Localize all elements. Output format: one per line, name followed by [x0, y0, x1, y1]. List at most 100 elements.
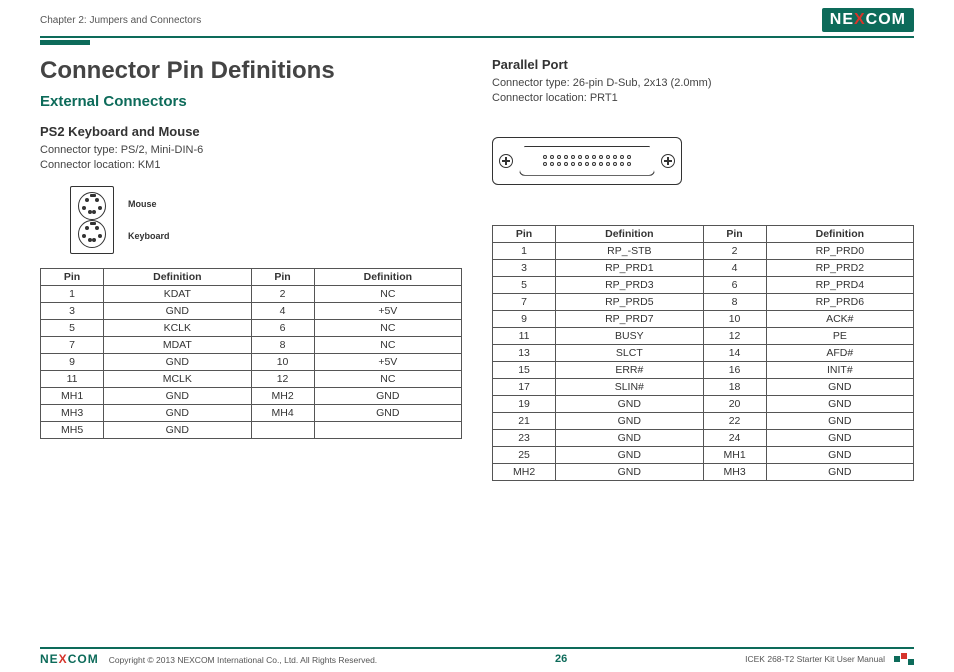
ps2-meta: Connector type: PS/2, Mini-DIN-6 Connect…	[40, 143, 462, 174]
th-def: Definition	[556, 225, 703, 242]
definition-cell: RP_PRD1	[556, 259, 703, 276]
footer-squares-icon	[893, 654, 914, 664]
definition-cell: GND	[104, 421, 251, 438]
pin-cell: 15	[493, 361, 556, 378]
pin-cell: 8	[251, 336, 314, 353]
definition-cell: RP_PRD2	[766, 259, 913, 276]
table-row: 15ERR#16INIT#	[493, 361, 914, 378]
pin-cell: MH2	[251, 387, 314, 404]
table-row: 13SLCT14AFD#	[493, 344, 914, 361]
definition-cell: AFD#	[766, 344, 913, 361]
chapter-label: Chapter 2: Jumpers and Connectors	[40, 15, 201, 26]
table-row: 19GND20GND	[493, 395, 914, 412]
pin-cell: MH4	[251, 404, 314, 421]
definition-cell: MCLK	[104, 370, 251, 387]
pin-cell: 9	[493, 310, 556, 327]
pin-cell: 22	[703, 412, 766, 429]
pin-cell: 5	[493, 276, 556, 293]
pin-cell: 12	[703, 327, 766, 344]
definition-cell: RP_PRD7	[556, 310, 703, 327]
pin-cell: 18	[703, 378, 766, 395]
pin-cell: 6	[251, 319, 314, 336]
definition-cell: NC	[314, 370, 461, 387]
nexcom-logo: NEXCOM	[822, 8, 914, 32]
table-row: 9RP_PRD710ACK#	[493, 310, 914, 327]
definition-cell: GND	[556, 412, 703, 429]
definition-cell: GND	[766, 429, 913, 446]
parallel-type: Connector type: 26-pin D-Sub, 2x13 (2.0m…	[492, 76, 914, 91]
definition-cell: GND	[104, 302, 251, 319]
definition-cell: NC	[314, 336, 461, 353]
table-row: 23GND24GND	[493, 429, 914, 446]
pin-cell: 7	[41, 336, 104, 353]
table-row: 17SLIN#18GND	[493, 378, 914, 395]
pin-cell: 5	[41, 319, 104, 336]
th-def: Definition	[766, 225, 913, 242]
definition-cell: GND	[104, 404, 251, 421]
pin-cell: 10	[251, 353, 314, 370]
pin-cell: MH5	[41, 421, 104, 438]
pin-cell: 16	[703, 361, 766, 378]
definition-cell: SLIN#	[556, 378, 703, 395]
definition-cell: MDAT	[104, 336, 251, 353]
ps2-labels: Mouse Keyboard	[128, 199, 170, 241]
left-column: Connector Pin Definitions External Conne…	[40, 57, 462, 481]
pin-cell: 24	[703, 429, 766, 446]
table-row: 9GND10+5V	[41, 353, 462, 370]
pin-cell: 14	[703, 344, 766, 361]
definition-cell: KCLK	[104, 319, 251, 336]
pin-cell: 13	[493, 344, 556, 361]
pin-cell: 1	[493, 242, 556, 259]
definition-cell: GND	[104, 387, 251, 404]
definition-cell: GND	[556, 446, 703, 463]
th-pin: Pin	[41, 268, 104, 285]
th-pin: Pin	[703, 225, 766, 242]
parallel-pin-table: Pin Definition Pin Definition 1RP_-STB2R…	[492, 225, 914, 481]
table-row: 1KDAT2NC	[41, 285, 462, 302]
pin-cell: 10	[703, 310, 766, 327]
pin-cell	[251, 421, 314, 438]
definition-cell: GND	[766, 395, 913, 412]
definition-cell: RP_-STB	[556, 242, 703, 259]
table-row: 11MCLK12NC	[41, 370, 462, 387]
pin-cell: 12	[251, 370, 314, 387]
pin-cell: MH1	[703, 446, 766, 463]
table-row: 1RP_-STB2RP_PRD0	[493, 242, 914, 259]
definition-cell: RP_PRD3	[556, 276, 703, 293]
pin-cell: 21	[493, 412, 556, 429]
pin-cell: 7	[493, 293, 556, 310]
pin-cell: 11	[493, 327, 556, 344]
pin-cell: MH3	[41, 404, 104, 421]
definition-cell	[314, 421, 461, 438]
ps2-diagram: Mouse Keyboard	[70, 186, 462, 254]
th-def: Definition	[314, 268, 461, 285]
definition-cell: RP_PRD5	[556, 293, 703, 310]
definition-cell: KDAT	[104, 285, 251, 302]
pin-cell: 20	[703, 395, 766, 412]
pin-cell: 11	[41, 370, 104, 387]
table-row: MH5GND	[41, 421, 462, 438]
page-footer: NEXCOM Copyright © 2013 NEXCOM Internati…	[40, 647, 914, 666]
parallel-port-diagram	[492, 137, 682, 185]
pin-cell: MH1	[41, 387, 104, 404]
table-row: 21GND22GND	[493, 412, 914, 429]
pin-cell: MH3	[703, 463, 766, 480]
definition-cell: PE	[766, 327, 913, 344]
ps2-pin-table: Pin Definition Pin Definition 1KDAT2NC3G…	[40, 268, 462, 439]
table-row: 7MDAT8NC	[41, 336, 462, 353]
pin-cell: 4	[703, 259, 766, 276]
pin-cell: 2	[703, 242, 766, 259]
th-pin: Pin	[493, 225, 556, 242]
content-area: Connector Pin Definitions External Conne…	[0, 45, 954, 481]
table-row: 11BUSY12PE	[493, 327, 914, 344]
pin-row-bottom	[543, 162, 631, 166]
definition-cell: INIT#	[766, 361, 913, 378]
definition-cell: RP_PRD4	[766, 276, 913, 293]
footer-rule	[40, 647, 914, 649]
screw-icon	[499, 154, 513, 168]
external-connectors-heading: External Connectors	[40, 93, 462, 110]
pin-cell: 6	[703, 276, 766, 293]
table-row: MH2GNDMH3GND	[493, 463, 914, 480]
definition-cell: GND	[766, 412, 913, 429]
definition-cell: SLCT	[556, 344, 703, 361]
